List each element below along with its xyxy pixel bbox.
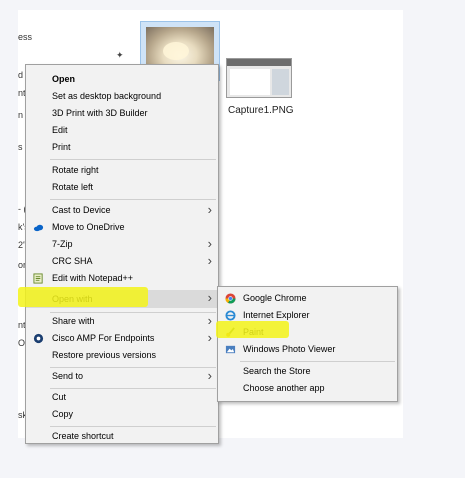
menu-item-label: Edit with Notepad++ bbox=[52, 273, 134, 283]
pin-icon: ✦ bbox=[116, 50, 124, 60]
chevron-right-icon: › bbox=[207, 253, 212, 268]
menu-item-7zip[interactable]: 7-Zip › bbox=[26, 236, 218, 253]
menu-item-copy[interactable]: Copy bbox=[26, 406, 218, 423]
menu-item-label: Rotate left bbox=[52, 182, 94, 192]
chevron-right-icon: › bbox=[207, 236, 212, 251]
menu-item-label: 3D Print with 3D Builder bbox=[52, 108, 148, 118]
capture-thumbnail[interactable] bbox=[226, 58, 292, 98]
submenu-item-internet-explorer[interactable]: Internet Explorer bbox=[218, 307, 397, 324]
cisco-amp-shield-icon bbox=[33, 333, 44, 344]
menu-item-cisco-amp[interactable]: Cisco AMP For Endpoints › bbox=[26, 330, 218, 347]
menu-item-set-desktop-background[interactable]: Set as desktop background bbox=[26, 88, 218, 105]
chevron-right-icon: › bbox=[207, 368, 212, 383]
menu-item-cast-to-device[interactable]: Cast to Device › bbox=[26, 202, 218, 219]
menu-separator bbox=[50, 199, 216, 200]
submenu-item-label: Search the Store bbox=[243, 366, 311, 376]
menu-item-edit[interactable]: Edit bbox=[26, 122, 218, 139]
menu-item-open-with[interactable]: Open with › bbox=[26, 290, 218, 308]
onedrive-cloud-icon bbox=[33, 224, 44, 232]
menu-item-open[interactable]: Open bbox=[26, 71, 218, 88]
menu-item-label: 7-Zip bbox=[52, 239, 73, 249]
truncated-text: O bbox=[18, 338, 26, 348]
menu-item-label: Set as desktop background bbox=[52, 91, 162, 101]
menu-item-3d-print[interactable]: 3D Print with 3D Builder bbox=[26, 105, 218, 122]
chrome-icon bbox=[225, 293, 236, 304]
menu-item-label: Create shortcut bbox=[52, 431, 114, 441]
submenu-item-paint[interactable]: Paint bbox=[218, 324, 397, 341]
submenu-item-search-the-store[interactable]: Search the Store bbox=[218, 363, 397, 380]
internet-explorer-icon bbox=[225, 310, 236, 321]
menu-item-label: CRC SHA bbox=[52, 256, 93, 266]
photo-viewer-icon bbox=[225, 345, 236, 354]
menu-item-create-shortcut[interactable]: Create shortcut bbox=[26, 428, 218, 443]
photo-highlight bbox=[163, 42, 189, 60]
chevron-right-icon: › bbox=[207, 330, 212, 345]
open-with-submenu: Google Chrome Internet Explorer Paint Wi… bbox=[217, 286, 398, 402]
submenu-item-windows-photo-viewer[interactable]: Windows Photo Viewer bbox=[218, 341, 397, 358]
menu-separator bbox=[50, 159, 216, 160]
submenu-item-google-chrome[interactable]: Google Chrome bbox=[218, 290, 397, 307]
thumbnail-titlebar bbox=[227, 59, 291, 66]
submenu-item-label: Choose another app bbox=[243, 383, 325, 393]
file-name-label[interactable]: Capture1.PNG bbox=[228, 105, 294, 116]
notepad-plus-plus-icon bbox=[33, 273, 43, 284]
menu-item-label: Cast to Device bbox=[52, 205, 111, 215]
chevron-right-icon: › bbox=[207, 313, 212, 328]
menu-item-label: Copy bbox=[52, 409, 74, 419]
menu-separator bbox=[50, 426, 216, 427]
menu-item-label: Send to bbox=[52, 371, 84, 381]
context-menu: Open Set as desktop background 3D Print … bbox=[25, 64, 219, 444]
menu-item-rotate-left[interactable]: Rotate left bbox=[26, 179, 218, 196]
truncated-text: n bbox=[18, 110, 24, 120]
menu-item-cut[interactable]: Cut bbox=[26, 389, 218, 406]
submenu-item-choose-another-app[interactable]: Choose another app bbox=[218, 380, 397, 397]
submenu-item-label: Paint bbox=[243, 327, 264, 337]
menu-item-edit-with-notepad[interactable]: Edit with Notepad++ bbox=[26, 270, 218, 287]
menu-separator bbox=[240, 361, 395, 362]
thumbnail-pane bbox=[230, 69, 270, 95]
menu-item-send-to[interactable]: Send to › bbox=[26, 368, 218, 385]
menu-item-label: Restore previous versions bbox=[52, 350, 157, 360]
menu-item-label: Cisco AMP For Endpoints bbox=[52, 333, 155, 343]
menu-item-label: Open with bbox=[52, 294, 93, 304]
menu-item-print[interactable]: Print bbox=[26, 139, 218, 156]
menu-item-label: Print bbox=[52, 142, 71, 152]
submenu-item-label: Google Chrome bbox=[243, 293, 307, 303]
submenu-item-label: Internet Explorer bbox=[243, 310, 310, 320]
menu-item-crc-sha[interactable]: CRC SHA › bbox=[26, 253, 218, 270]
truncated-text: s bbox=[18, 142, 23, 152]
menu-item-label: Move to OneDrive bbox=[52, 222, 125, 232]
truncated-text: ess bbox=[18, 32, 33, 42]
chevron-right-icon: › bbox=[207, 202, 212, 217]
menu-item-restore-previous-versions[interactable]: Restore previous versions bbox=[26, 347, 218, 364]
paint-brush-icon bbox=[226, 327, 235, 337]
menu-item-label: Share with bbox=[52, 316, 95, 326]
thumbnail-pane bbox=[272, 69, 289, 95]
menu-item-rotate-right[interactable]: Rotate right bbox=[26, 162, 218, 179]
menu-item-label: Open bbox=[52, 74, 76, 84]
menu-item-move-to-onedrive[interactable]: Move to OneDrive bbox=[26, 219, 218, 236]
menu-item-label: Rotate right bbox=[52, 165, 99, 175]
menu-item-label: Cut bbox=[52, 392, 67, 402]
menu-item-share-with[interactable]: Share with › bbox=[26, 313, 218, 330]
chevron-right-icon: › bbox=[207, 290, 212, 305]
menu-item-label: Edit bbox=[52, 125, 68, 135]
truncated-text: d bbox=[18, 70, 24, 80]
submenu-item-label: Windows Photo Viewer bbox=[243, 344, 336, 354]
